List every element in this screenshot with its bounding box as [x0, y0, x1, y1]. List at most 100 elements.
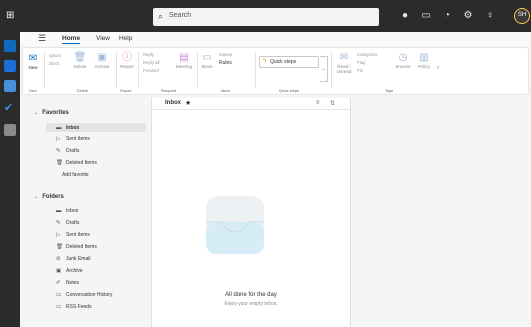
forward-button[interactable]: Forward: [143, 68, 159, 74]
folder-item-inbox[interactable]: ▬ Inbox: [56, 208, 78, 214]
favorite-item-deleted[interactable]: 🗑 Deleted Items: [56, 160, 97, 166]
report-button[interactable]: ⓘ Report: [119, 52, 135, 69]
folder-move-icon: ▭: [202, 52, 212, 63]
policy-icon: ▥: [419, 52, 429, 63]
favorite-label: Deleted Items: [66, 160, 97, 166]
notifications-icon[interactable]: ◔: [440, 9, 454, 23]
report-icon: ⓘ: [122, 52, 132, 63]
new-mail-button[interactable]: ✉ New: [26, 53, 40, 70]
hamburger-icon[interactable]: ☰: [38, 33, 46, 44]
sweep-button[interactable]: Sweep: [219, 52, 232, 58]
folders-header[interactable]: ⌄ Folders: [34, 194, 64, 200]
folder-label: Inbox: [66, 208, 79, 214]
inbox-icon: ▬: [56, 208, 62, 214]
quick-steps-dropdown[interactable]: ⌄: [320, 56, 328, 82]
settings-icon[interactable]: ⚙: [461, 9, 475, 23]
policy-button[interactable]: ▥ Policy: [415, 52, 433, 69]
calendar-app-icon[interactable]: [4, 60, 16, 72]
search-box[interactable]: ⌕ Search: [153, 8, 379, 26]
reply-button[interactable]: Reply: [143, 52, 154, 58]
avatar[interactable]: SH: [514, 8, 530, 24]
tab-help[interactable]: Help: [119, 35, 132, 42]
tab-home[interactable]: Home: [62, 35, 81, 44]
envelope-open-icon: ✉: [339, 52, 349, 63]
delete-button[interactable]: 🗑 Delete: [71, 52, 89, 69]
people-app-icon[interactable]: [4, 80, 16, 92]
policy-label: Policy: [417, 64, 430, 69]
snooze-button[interactable]: ◷ Snooze: [393, 52, 413, 69]
folder-item-sent[interactable]: ▷ Sent Items: [56, 232, 90, 238]
reading-pane: [352, 98, 531, 327]
title-bar: ⊞ ⌕ Search ● ▭ ◔ ⚙ ♀ SH: [0, 0, 531, 32]
group-label-tags: Tags: [385, 89, 394, 93]
teams-icon[interactable]: ●: [398, 9, 412, 23]
move-label: Move: [201, 64, 213, 69]
favorites-label: Favorites: [42, 110, 69, 116]
tab-view[interactable]: View: [96, 35, 110, 42]
folder-item-deleted[interactable]: 🗑 Deleted Items: [56, 244, 97, 250]
archive-button[interactable]: ▣ Archive: [91, 52, 113, 69]
chevron-down-icon: ⌄: [34, 110, 39, 116]
star-icon[interactable]: ★: [185, 99, 191, 107]
favorites-header[interactable]: ⌄ Favorites: [34, 110, 69, 116]
favorite-item-drafts[interactable]: ✎ Drafts: [56, 148, 79, 154]
message-list: Inbox ★ ≡ ⇅ All done for the day Enjoy y…: [151, 98, 351, 327]
folder-item-archive[interactable]: ▣ Archive: [56, 268, 83, 274]
folder-item-notes[interactable]: ✐ Notes: [56, 280, 79, 286]
notes-icon: ✐: [56, 280, 61, 286]
favorite-label: Drafts: [66, 148, 80, 154]
favorite-item-inbox[interactable]: ▬ Inbox: [46, 123, 146, 132]
message-list-header: Inbox ★ ≡ ⇅: [152, 98, 350, 110]
folder-item-junk[interactable]: ⊘ Junk Email: [56, 256, 90, 262]
folder-item-rss[interactable]: ▭ RSS Feeds: [56, 304, 92, 310]
block-button[interactable]: Block: [49, 61, 60, 67]
folder-label: Conversation History: [66, 292, 113, 298]
move-button[interactable]: ▭ Move: [199, 52, 215, 69]
meeting-icon: ▤: [179, 52, 189, 63]
folder-item-drafts[interactable]: ✎ Drafts: [56, 220, 79, 226]
rules-button[interactable]: Rules: [219, 60, 232, 66]
main-surface: ☰ Home View Help ✉ New Ignore Block 🗑 De…: [20, 32, 531, 327]
favorite-label: Inbox: [66, 125, 80, 131]
chevron-down-icon: ⌄: [34, 194, 39, 200]
read-unread-button[interactable]: ✉ Read / Unread: [334, 52, 354, 74]
folder-item-conversation-history[interactable]: ▭ Conversation History: [56, 292, 112, 298]
filter-icon[interactable]: ≡: [316, 100, 320, 106]
folders-label: Folders: [42, 194, 64, 200]
flag-button[interactable]: Flag: [357, 60, 365, 66]
reply-all-button[interactable]: Reply all: [143, 60, 159, 66]
add-favorite-link[interactable]: Add favorite: [62, 172, 89, 178]
ignore-button[interactable]: Ignore: [49, 53, 61, 59]
more-apps-icon[interactable]: [4, 124, 16, 136]
folder-label: Drafts: [66, 220, 80, 226]
todo-app-icon[interactable]: ✔: [4, 102, 16, 114]
clock-icon: ◷: [398, 52, 408, 63]
empty-inbox-illustration: [206, 196, 264, 254]
categorize-button[interactable]: Categorize: [357, 52, 378, 58]
pin-button[interactable]: Pin: [357, 68, 363, 74]
meeting-button[interactable]: ▤ Meeting: [173, 52, 195, 69]
search-icon: ⌕: [158, 11, 164, 21]
group-label-respond: Respond: [161, 89, 177, 93]
meet-now-icon[interactable]: ▭: [419, 9, 433, 23]
empty-state-title: All done for the day: [225, 292, 277, 298]
new-mail-label: New: [28, 65, 38, 70]
app-launcher-icon[interactable]: ⊞: [6, 10, 18, 22]
tips-icon[interactable]: ♀: [483, 9, 497, 23]
draft-icon: ✎: [56, 220, 61, 226]
delete-label: Delete: [73, 64, 87, 69]
folder-label: Junk Email: [66, 256, 91, 262]
divider: [255, 52, 256, 88]
group-label-report: Report: [120, 89, 132, 93]
search-placeholder: Search: [169, 12, 192, 19]
ribbon-scroll-icon[interactable]: ›: [437, 65, 439, 72]
trash-icon: 🗑: [73, 52, 87, 63]
inbox-icon: ▬: [56, 125, 62, 131]
folder-label: Deleted Items: [66, 244, 97, 250]
favorite-item-sent[interactable]: ▷ Sent Items: [56, 136, 90, 142]
archive-icon: ▣: [56, 268, 62, 274]
mail-app-icon[interactable]: [4, 40, 16, 52]
folder-label: Archive: [66, 268, 83, 274]
sort-icon[interactable]: ⇅: [330, 100, 335, 107]
quick-steps-select[interactable]: ϟ Quick steps: [259, 56, 319, 68]
